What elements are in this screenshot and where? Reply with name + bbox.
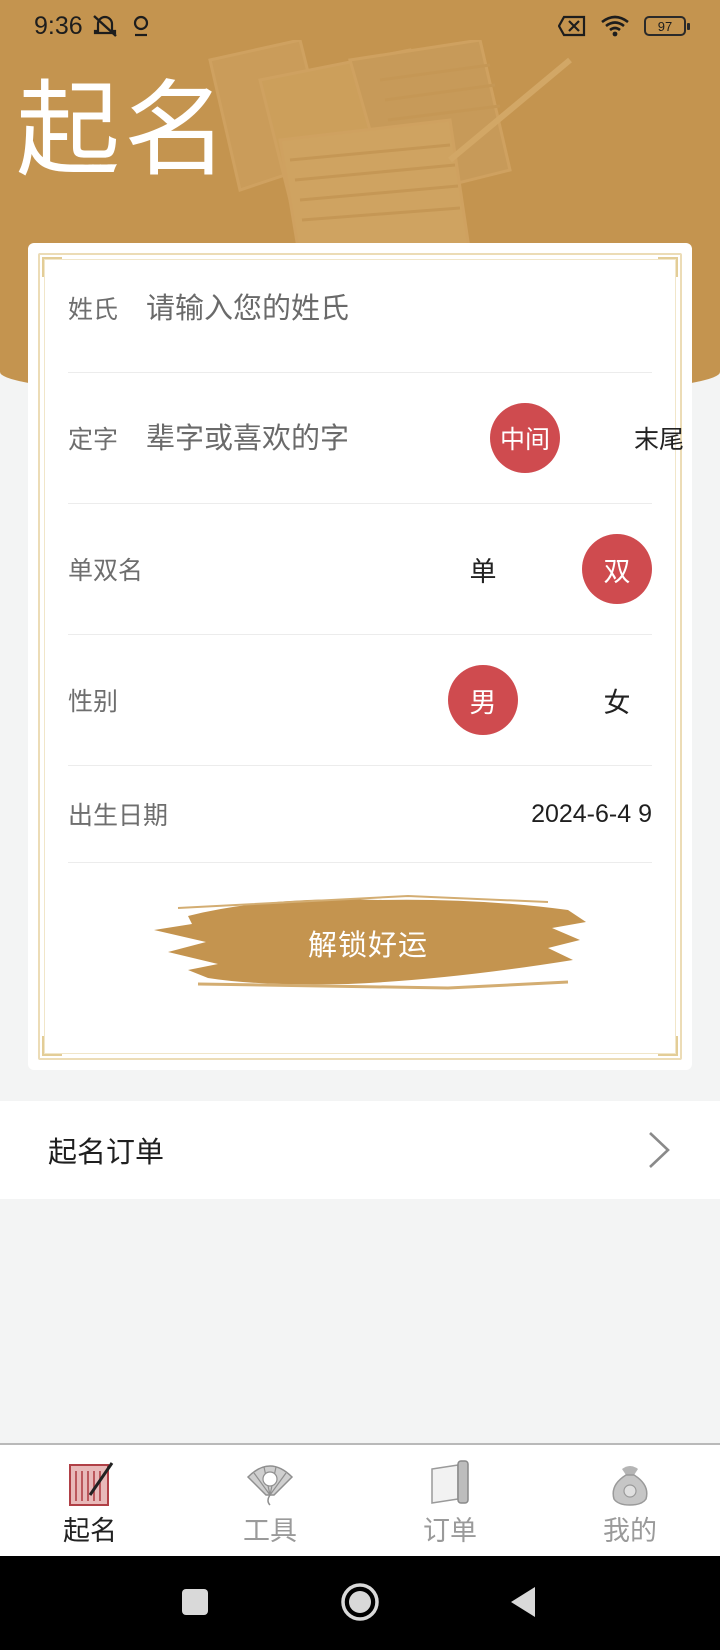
location-pin-icon [133,15,148,37]
status-bar: 9:36 97 [0,0,720,52]
surname-label: 姓氏 [68,294,119,324]
frame-corner [658,1036,678,1056]
naming-orders-link[interactable]: 起名订单 [0,1101,720,1199]
naming-form-card: 姓氏 定字 中间 末尾 单双名 单 双 性别 男 女 [28,243,692,1070]
battery-icon: 97 [644,16,690,36]
gender-options: 男 女 [384,665,652,735]
back-triangle-icon[interactable] [508,1584,538,1620]
nav-tab-naming[interactable]: 起名 [0,1445,180,1556]
naming-screen: 9:36 97 起名 姓氏 请输入您的姓氏 定字 辈字或喜欢的字 中间 末尾 单… [0,0,720,1650]
naming-orders-label: 起名订单 [48,1135,165,1169]
sim-off-icon [558,15,586,37]
fixed-char-input[interactable] [146,421,427,455]
nav-tab-naming-label: 起名 [63,1516,117,1547]
nav-tab-orders-label: 订单 [423,1516,477,1547]
position-middle-option[interactable]: 中间 [490,403,561,473]
gender-label: 性别 [68,687,119,716]
birth-date-value[interactable]: 2024-6-4 9 [531,800,652,829]
surname-row: 姓氏 [68,243,652,373]
birth-date-row[interactable]: 出生日期 2024-6-4 9 [68,766,652,863]
home-circle-icon[interactable] [340,1582,380,1622]
nav-tab-profile[interactable]: 我的 [540,1445,720,1556]
status-time: 9:36 [34,11,83,40]
chevron-right-icon [649,1132,670,1168]
name-length-label: 单双名 [68,556,144,585]
surname-input[interactable] [146,290,427,325]
frame-corner [42,257,62,277]
unlock-luck-label: 解锁好运 [307,928,428,962]
position-end-option[interactable]: 末尾 [624,403,694,473]
nav-tab-profile-label: 我的 [603,1516,657,1547]
nav-tab-orders[interactable]: 订单 [360,1445,540,1556]
scroll-icon [431,1460,469,1504]
birth-date-label: 出生日期 [68,801,169,830]
page-title: 起名 [16,69,233,191]
name-length-row: 单双名 单 双 [68,504,652,635]
fixed-char-row: 定字 中间 末尾 [68,373,684,504]
bottom-navigation: 起名 工具 订单 我的 [0,1443,720,1556]
money-bag-icon [612,1466,648,1506]
double-name-option[interactable]: 双 [582,534,652,604]
frame-corner [42,1036,62,1056]
gender-female-option[interactable]: 女 [582,665,652,735]
fan-icon [246,1465,294,1506]
frame-corner [658,257,678,277]
mute-bell-icon [92,15,117,37]
battery-level: 97 [657,18,673,34]
recents-square-icon[interactable] [180,1587,210,1617]
naming-scroll-icon [69,1462,114,1506]
nav-tab-tools[interactable]: 工具 [180,1445,360,1556]
system-navigation-bar [0,1556,720,1650]
gender-male-option[interactable]: 男 [448,665,518,735]
gender-row: 性别 男 女 [68,635,652,766]
fixed-char-label: 定字 [68,425,119,454]
unlock-luck-button[interactable]: 解锁好运 [148,888,588,998]
nav-tab-tools-label: 工具 [243,1516,297,1547]
name-length-options: 单 双 [384,534,652,604]
wifi-icon [601,15,629,37]
single-name-option[interactable]: 单 [448,534,518,604]
fixed-char-position-options: 中间 末尾 [426,403,694,473]
